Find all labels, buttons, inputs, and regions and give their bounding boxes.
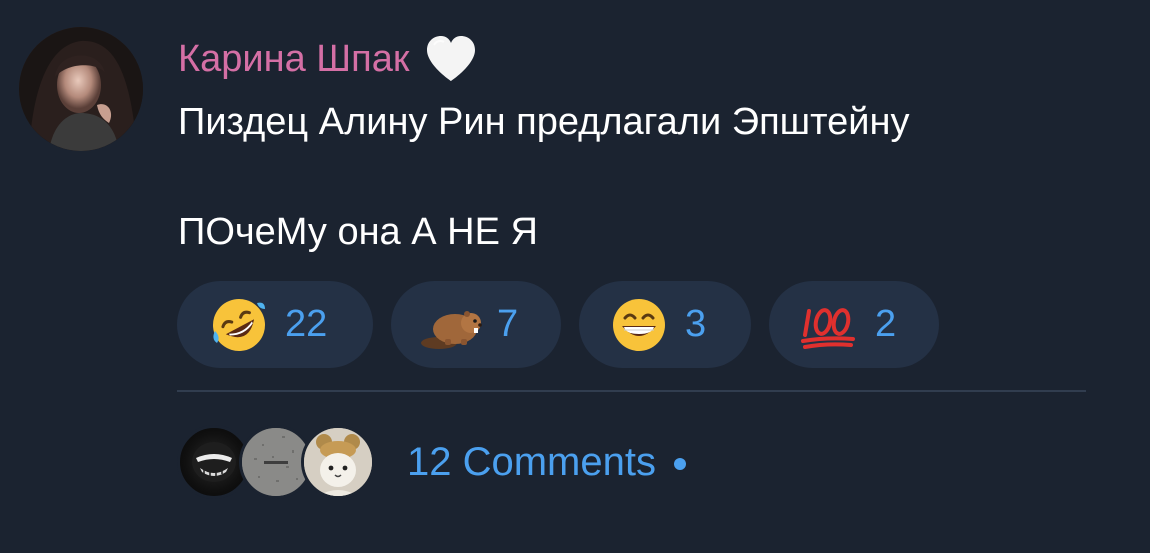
reaction-rolling-laughing[interactable]: 22 [177,281,373,368]
author-row: Карина Шпак [178,34,479,84]
author-name[interactable]: Карина Шпак [178,37,409,81]
message-line-1: Пиздец Алину Рин предлагали Эпштейну [178,101,910,143]
reactions-bar: 22 7 3 2 [177,281,939,368]
beaver-icon [419,293,483,357]
hundred-points-icon [797,293,861,357]
comments-link[interactable]: 12 Comments [177,425,686,499]
reaction-count: 7 [497,303,519,345]
comment-card: Карина Шпак Пиздец Алину Рин предлагали … [0,0,1150,553]
author-avatar[interactable] [19,27,143,151]
rolling-on-floor-laughing-icon [207,293,271,357]
reaction-count: 3 [685,303,707,345]
message-line-2: ПОчеМу она А НЕ Я [178,211,538,253]
white-heart-icon [423,33,479,85]
grinning-face-icon [607,293,671,357]
unread-dot-icon [673,458,686,470]
reaction-count: 22 [285,303,328,345]
reaction-beaver[interactable]: 7 [391,281,561,368]
comments-count-label[interactable]: 12 Comments [407,438,656,486]
reaction-count: 2 [875,303,897,345]
reaction-hundred[interactable]: 2 [769,281,939,368]
reaction-grinning[interactable]: 3 [579,281,751,368]
commenter-avatar [301,425,375,499]
divider [177,390,1086,392]
